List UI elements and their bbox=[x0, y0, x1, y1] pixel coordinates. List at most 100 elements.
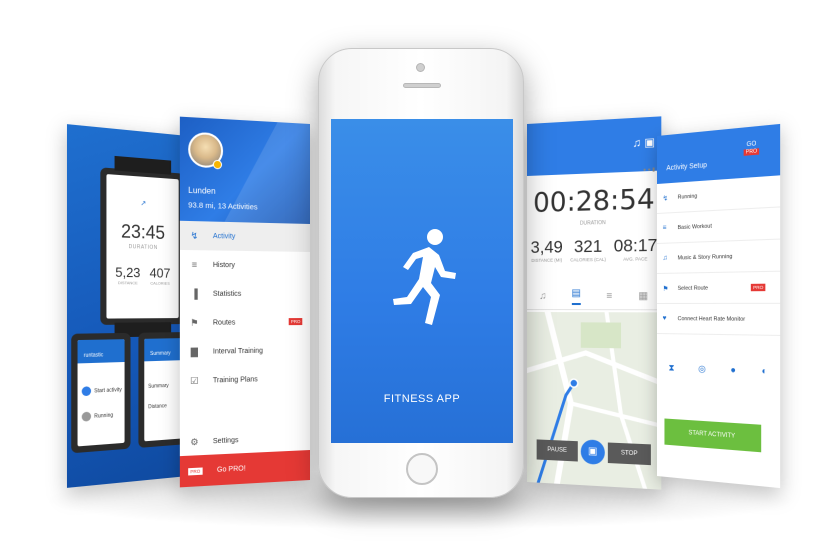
setup-option-label: Music & Story Running bbox=[677, 253, 733, 261]
setup-header: Activity Setup GO PRO bbox=[657, 123, 781, 184]
pro-badge: PRO bbox=[188, 467, 203, 476]
watch-calories-value: 407 bbox=[149, 265, 171, 281]
watch-running-item[interactable]: Running bbox=[81, 410, 123, 422]
list-tab-icon[interactable]: ≡ bbox=[606, 291, 612, 302]
training-plans-icon: ☑ bbox=[190, 375, 199, 387]
smartwatch-small-start: runtastic Start activity Running bbox=[71, 332, 131, 454]
menu-item-label: Activity bbox=[212, 232, 236, 241]
status-icons: ● ● ▮ bbox=[643, 166, 656, 174]
running-icon: ↯ bbox=[662, 194, 669, 203]
route-map[interactable]: PAUSE ▣ STOP bbox=[527, 312, 662, 490]
play-icon bbox=[81, 386, 92, 397]
menu-item-interval-training[interactable]: ▇ Interval Training bbox=[180, 336, 310, 367]
elapsed-time: 00:28:54 bbox=[533, 183, 655, 219]
drawer-header: Lunden 93.8 mi, 13 Activities bbox=[179, 116, 310, 283]
setup-option-heart-rate[interactable]: ♥ Connect Heart Rate Monitor bbox=[657, 303, 781, 336]
menu-item-label: Training Plans bbox=[212, 375, 258, 384]
pro-badge: PRO bbox=[743, 148, 760, 156]
settings-label: Settings bbox=[212, 436, 239, 445]
star-badge-icon bbox=[212, 159, 223, 170]
tracking-stats: 3,49 DISTANCE (MI) 321 CALORIES (CAL) 08… bbox=[527, 235, 661, 263]
menu-item-history[interactable]: ≡ History bbox=[180, 250, 310, 280]
stat-value: 08:17 bbox=[613, 235, 658, 256]
go-pro-link[interactable]: GO PRO bbox=[743, 141, 760, 156]
phone-screen: FITNESS APP bbox=[331, 119, 513, 443]
watch-distance-value: 5,23 bbox=[115, 264, 141, 281]
smartwatch-face: ↗ 23:45 DURATION 5,23 DISTANCE 407 CALOR… bbox=[106, 174, 179, 319]
activity-tracking-screen: ♫ ▣ ● ● ▮ 00:28:54 DURATION 3,49 DISTANC… bbox=[527, 116, 662, 490]
interval-training-icon: ▇ bbox=[190, 346, 198, 358]
front-camera bbox=[416, 63, 425, 72]
stat-label: DISTANCE (MI) bbox=[531, 257, 563, 263]
watch-time: 23:45 bbox=[121, 220, 165, 244]
history-icon: ≡ bbox=[191, 259, 198, 270]
watch-running-label: Running bbox=[94, 411, 114, 420]
navigation-drawer-screen: Lunden 93.8 mi, 13 Activities ↯ Activity… bbox=[179, 116, 310, 488]
watch-calories-label: CALORIES bbox=[150, 280, 170, 286]
runtastic-logo-icon: ↗ bbox=[140, 200, 147, 208]
home-button[interactable] bbox=[406, 453, 438, 485]
pro-badge: PRO bbox=[288, 318, 303, 326]
earpiece-speaker bbox=[403, 83, 441, 88]
fingerprint-icon[interactable]: ◎ bbox=[698, 363, 706, 375]
setup-quick-icons: ⧗ ◎ ● ◐ bbox=[657, 352, 780, 387]
start-activity-button[interactable]: START ACTIVITY bbox=[664, 418, 762, 453]
setup-option-label: Connect Heart Rate Monitor bbox=[677, 315, 746, 323]
music-icon: ♫ bbox=[662, 254, 668, 262]
watch-duration-label: DURATION bbox=[128, 243, 158, 252]
user-stats: 93.8 mi, 13 Activities bbox=[188, 200, 258, 212]
workout-icon: ≡ bbox=[662, 224, 667, 232]
setup-title: Activity Setup bbox=[666, 161, 708, 173]
setup-option-label: Basic Workout bbox=[677, 222, 712, 231]
setup-option-route[interactable]: ⚑ Select Route PRO bbox=[657, 271, 781, 304]
setup-option-workout[interactable]: ≡ Basic Workout bbox=[657, 207, 781, 244]
activity-icon: ↯ bbox=[190, 230, 199, 241]
lock-icon[interactable]: ▣ bbox=[580, 439, 605, 465]
drawer-menu-list: ↯ Activity ≡ History ▐ Statistics ⚑ Rout… bbox=[179, 220, 310, 396]
heart-icon: ♥ bbox=[662, 315, 667, 323]
voice-coach-icon[interactable]: ● bbox=[730, 364, 735, 375]
tracking-tabs: ♫ ▤ ≡ ▦ bbox=[527, 283, 662, 311]
music-tab-icon[interactable]: ♫ bbox=[539, 291, 546, 302]
go-label: GO bbox=[746, 141, 757, 149]
menu-item-label: Routes bbox=[212, 318, 236, 327]
setup-options-list: ↯ Running ≡ Basic Workout ♫ Music & Stor… bbox=[657, 175, 781, 336]
user-name: Lunden bbox=[188, 185, 216, 196]
smartphone: FITNESS APP bbox=[318, 48, 524, 498]
menu-item-routes[interactable]: ⚑ Routes PRO bbox=[180, 308, 310, 337]
stat-pace: 08:17 AVG. PACE bbox=[614, 235, 658, 262]
menu-item-label: Statistics bbox=[212, 290, 242, 298]
stat-value: 321 bbox=[573, 236, 603, 257]
app-title: FITNESS APP bbox=[383, 393, 461, 405]
menu-item-training-plans[interactable]: ☑ Training Plans bbox=[180, 364, 310, 396]
stat-value: 3,49 bbox=[530, 237, 563, 257]
smartwatch-large: ↗ 23:45 DURATION 5,23 DISTANCE 407 CALOR… bbox=[100, 167, 185, 325]
watch-start-activity-label: Start activity bbox=[94, 386, 122, 395]
pause-circle-icon[interactable]: ◐ bbox=[761, 365, 767, 376]
watch-distance-label: DISTANCE bbox=[117, 279, 138, 286]
setup-option-label: Select Route bbox=[677, 284, 709, 292]
grid-tab-icon[interactable]: ▦ bbox=[638, 291, 648, 302]
hourglass-icon[interactable]: ⧗ bbox=[669, 362, 675, 373]
smartwatch-panel: ↗ 23:45 DURATION 5,23 DISTANCE 407 CALOR… bbox=[66, 124, 188, 488]
menu-item-statistics[interactable]: ▐ Statistics bbox=[180, 279, 310, 308]
routes-icon: ⚑ bbox=[190, 317, 199, 328]
camera-icon[interactable]: ♫ ▣ bbox=[633, 135, 655, 150]
gear-icon: ⚙ bbox=[190, 436, 199, 448]
setup-option-music[interactable]: ♫ Music & Story Running bbox=[657, 239, 781, 274]
setup-option-label: Running bbox=[677, 192, 698, 201]
menu-item-label: History bbox=[212, 261, 235, 269]
watch-start-activity-button[interactable]: Start activity bbox=[81, 385, 123, 397]
duration-label: DURATION bbox=[579, 219, 606, 227]
running-icon bbox=[81, 411, 92, 422]
stop-button[interactable]: STOP bbox=[607, 442, 651, 466]
route-icon: ⚑ bbox=[662, 285, 669, 293]
activity-setup-screen: Activity Setup GO PRO ↯ Running ≡ Basic … bbox=[657, 123, 781, 489]
map-tab-icon[interactable]: ▤ bbox=[571, 287, 581, 306]
stat-calories: 321 CALORIES (CAL) bbox=[570, 236, 606, 262]
stat-distance: 3,49 DISTANCE (MI) bbox=[531, 237, 563, 263]
pause-button[interactable]: PAUSE bbox=[536, 439, 578, 462]
tracking-top-bar: ♫ ▣ bbox=[527, 116, 662, 176]
stat-label: AVG. PACE bbox=[623, 256, 648, 262]
menu-item-activity[interactable]: ↯ Activity bbox=[179, 220, 310, 252]
